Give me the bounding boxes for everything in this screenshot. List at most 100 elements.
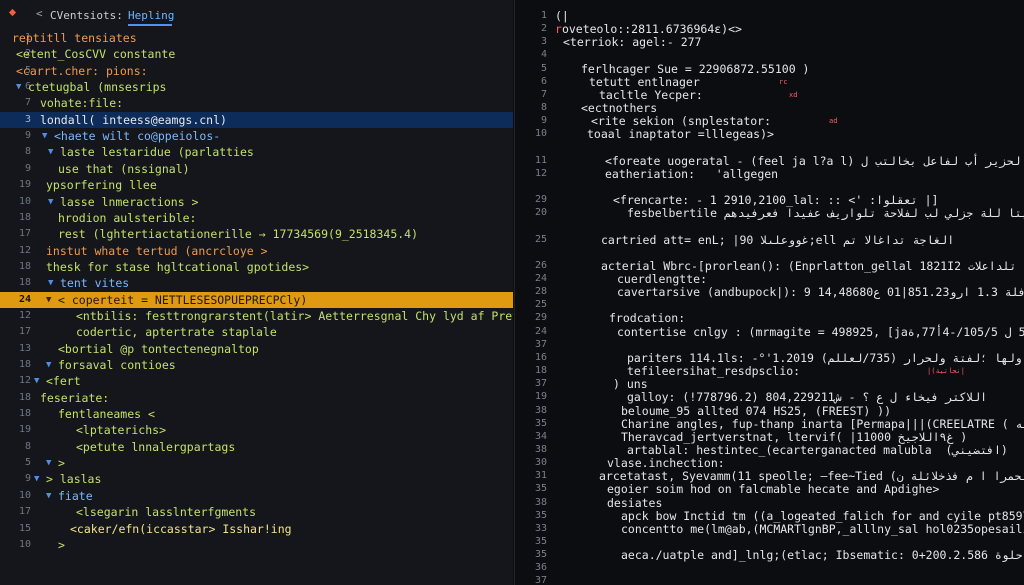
code-line[interactable]: 6 ▼ ctetugbal (mnsesrips bbox=[0, 79, 513, 95]
code-text: lasse lnmeractions > bbox=[60, 194, 199, 209]
code-line[interactable]: 18 fentlaneames < bbox=[0, 406, 513, 422]
active-tab-indicator bbox=[128, 24, 172, 26]
breadcrumb-title[interactable]: CVentsiots: bbox=[50, 9, 123, 22]
code-text: thesk for stase hgltcational gpotides> bbox=[46, 259, 310, 274]
code-text: <haete wilt co@ppeiolos- bbox=[54, 129, 221, 144]
line-number: 37 bbox=[534, 575, 547, 585]
code-line-highlighted[interactable]: 24 ▼ < coperteit = NETTLESESOPUEPRECPCly) bbox=[0, 291, 513, 308]
code-text: <carrt.cher: pions: bbox=[16, 63, 148, 78]
code-line[interactable]: 12 ▼ <fert bbox=[0, 373, 513, 389]
line-number: 24 bbox=[18, 293, 31, 305]
editor-tab-bar: < CVentsiots: Hepling bbox=[0, 0, 513, 28]
code-text: use that (nssignal) bbox=[58, 161, 190, 176]
code-line[interactable]: 9 use that (nssignal) bbox=[0, 161, 513, 177]
code-line[interactable]: 19 ypsorfering llee bbox=[0, 177, 513, 193]
code-line[interactable]: 9 ▼ > laslas bbox=[0, 471, 513, 487]
line-number: 17 bbox=[18, 506, 31, 518]
line-number: 7 bbox=[24, 97, 31, 109]
code-text: > bbox=[58, 456, 65, 471]
code-line[interactable]: 10 ▼ fiate bbox=[0, 488, 513, 504]
code-line[interactable]: 7 vohate:file: bbox=[0, 95, 513, 111]
line-number: 18 bbox=[18, 277, 31, 289]
code-line[interactable]: 19 <lptaterichs> bbox=[0, 422, 513, 438]
line-number: 9 bbox=[24, 130, 31, 142]
line-number: 12 bbox=[18, 309, 31, 321]
line-number: 10 bbox=[18, 195, 31, 207]
code-line[interactable]: 13 <bortial @p tontectenegnaltop bbox=[0, 341, 513, 357]
code-text: <bortial @p tontectenegnaltop bbox=[58, 341, 259, 356]
code-line[interactable]: 10 ▼ lasse lnmeractions > bbox=[0, 194, 513, 210]
code-text: hrodion aulsterible: bbox=[58, 210, 197, 225]
line-number: 19 bbox=[18, 424, 31, 436]
code-line[interactable]: 37 bbox=[515, 573, 1024, 585]
line-number: 9 bbox=[24, 473, 31, 485]
line-number: 15 bbox=[18, 522, 31, 534]
back-chevron-icon[interactable]: < bbox=[36, 7, 43, 20]
code-text: fentlaneames < bbox=[58, 407, 155, 422]
fold-toggle-icon[interactable]: ▼ bbox=[46, 357, 51, 373]
code-text: <petute lnnalergpartags bbox=[76, 439, 236, 454]
code-text: reptitll tensiates bbox=[12, 31, 137, 45]
line-number: 17 bbox=[18, 228, 31, 240]
code-line[interactable]: 12 <ntbilis: festtrongrarstent(latir> Aet… bbox=[0, 308, 513, 324]
line-number: 8 bbox=[24, 146, 31, 158]
fold-toggle-icon[interactable]: ▼ bbox=[16, 79, 21, 95]
code-text: rest (lghtertiactationerille → 17734569(… bbox=[58, 227, 419, 242]
code-line[interactable]: 9 ▼ <haete wilt co@ppeiolos- bbox=[0, 128, 513, 144]
fold-toggle-icon[interactable]: ▼ bbox=[46, 455, 51, 471]
fold-toggle-icon[interactable]: ▼ bbox=[34, 373, 39, 389]
code-text: feseriate: bbox=[40, 390, 110, 405]
code-line[interactable]: 17 <lsegarin lasslnterfgments bbox=[0, 504, 513, 520]
code-text: < coperteit = NETTLESESOPUEPRECPCly) bbox=[58, 292, 308, 307]
tab-active[interactable]: Hepling bbox=[128, 9, 174, 22]
code-line[interactable]: 18 ▼ forsaval contioes bbox=[0, 357, 513, 373]
line-number: 19 bbox=[18, 179, 31, 191]
code-line[interactable]: 18 feseriate: bbox=[0, 390, 513, 406]
line-number: 18 bbox=[18, 391, 31, 403]
code-line[interactable]: 8 ▼ laste lestaridue (parlatties bbox=[0, 144, 513, 160]
line-number: 5 bbox=[24, 457, 31, 469]
left-editor-pane[interactable]: < CVentsiots: Hepling 1 reptitll tensiate… bbox=[0, 0, 513, 585]
line-number: 8 bbox=[24, 440, 31, 452]
fold-toggle-icon[interactable]: ▼ bbox=[34, 471, 39, 487]
code-line[interactable]: 17 codertic, aptertrate staplale bbox=[0, 324, 513, 340]
code-text: <etent_CosCVV constante bbox=[16, 47, 176, 62]
code-text: <ntbilis: festtrongrarstent(latir> Aette… bbox=[76, 308, 513, 323]
code-text: laste lestaridue (parlatties bbox=[60, 145, 254, 160]
code-text: codertic, aptertrate staplale bbox=[76, 325, 277, 340]
code-line[interactable]: 17 rest (lghtertiactationerille → 1773456… bbox=[0, 226, 513, 242]
code-line[interactable]: 18 thesk for stase hgltcational gpotides> bbox=[0, 259, 513, 275]
line-number: 10 bbox=[18, 489, 31, 501]
fold-toggle-icon[interactable]: ▼ bbox=[48, 275, 53, 291]
code-text: <caker/efn(iccasstar> Isshar!ing bbox=[70, 521, 292, 536]
fold-toggle-icon[interactable]: ▼ bbox=[46, 488, 51, 504]
code-line[interactable]: 18 hrodion aulsterible: bbox=[0, 210, 513, 226]
code-text: fiate bbox=[58, 488, 93, 503]
line-number: 17 bbox=[18, 326, 31, 338]
code-text: <lsegarin lasslnterfgments bbox=[76, 505, 257, 520]
code-line[interactable]: 15 <caker/efn(iccasstar> Isshar!ing bbox=[0, 521, 513, 537]
code-line[interactable]: 2 <etent_CosCVV constante bbox=[0, 46, 513, 62]
code-line[interactable]: 5 <carrt.cher: pions: bbox=[0, 63, 513, 79]
code-line[interactable]: 12 instut whate tertud (ancrcloye > bbox=[0, 243, 513, 259]
code-text: londall( inteess@eamgs.cnl) bbox=[40, 112, 227, 127]
code-text: ctetugbal (mnsesrips bbox=[28, 80, 167, 95]
code-text: forsaval contioes bbox=[58, 358, 176, 372]
line-number: 18 bbox=[18, 211, 31, 223]
code-line[interactable]: 10 > bbox=[0, 537, 513, 553]
fold-toggle-icon[interactable]: ▼ bbox=[48, 144, 53, 160]
code-text: <fert bbox=[46, 374, 81, 389]
line-number: 10 bbox=[18, 538, 31, 550]
code-line[interactable]: 1 reptitll tensiates bbox=[0, 30, 513, 46]
code-line[interactable]: 5 ▼ > bbox=[0, 455, 513, 471]
fold-toggle-icon[interactable]: ▼ bbox=[48, 194, 53, 210]
line-number: 12 bbox=[18, 244, 31, 256]
fold-toggle-icon[interactable]: ▼ bbox=[42, 128, 47, 144]
code-line[interactable]: 8 <petute lnnalergpartags bbox=[0, 439, 513, 455]
code-line[interactable]: 18 ▼ tent vites bbox=[0, 275, 513, 291]
code-line-highlighted[interactable]: 3 londall( inteess@eamgs.cnl) bbox=[0, 111, 513, 128]
right-editor-pane[interactable]: 1 (| 2 roveteolo::2811.6736964ε)<> 3 <terriok… bbox=[514, 0, 1024, 585]
file-type-icon bbox=[8, 8, 17, 17]
line-number: 18 bbox=[18, 408, 31, 420]
fold-toggle-icon[interactable]: ▼ bbox=[46, 292, 51, 308]
